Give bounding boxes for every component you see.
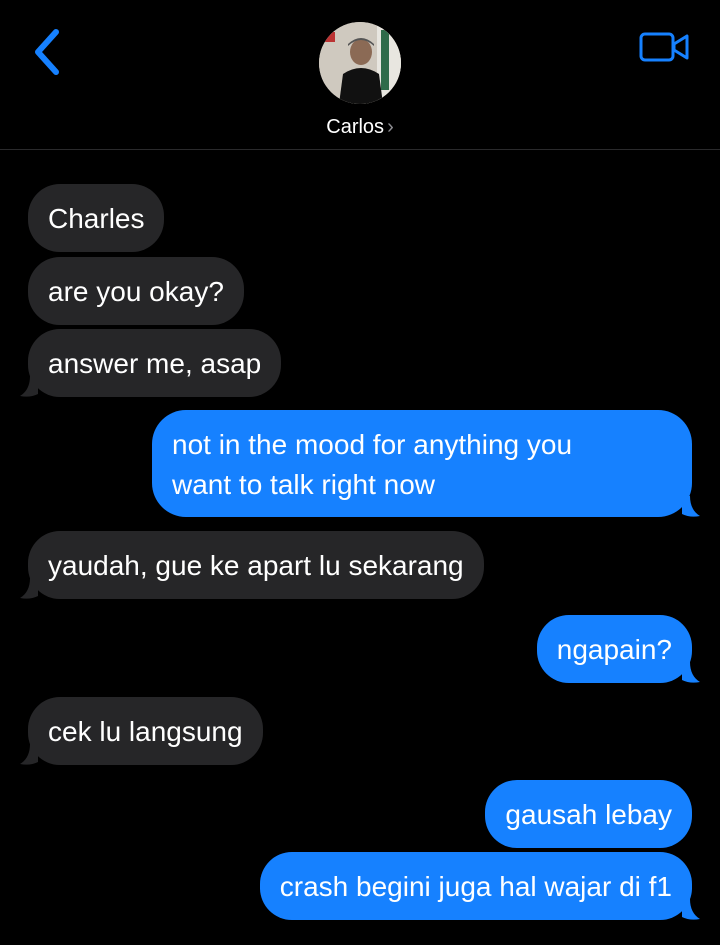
bubble-tail xyxy=(20,578,38,599)
message-bubble[interactable]: not in the mood for anything you want to… xyxy=(152,410,692,517)
message-bubble[interactable]: answer me, asap xyxy=(28,329,282,397)
message-bubble[interactable]: ngapain? xyxy=(536,615,692,683)
message-text: gausah lebay xyxy=(505,799,672,830)
message-bubble[interactable]: gausah lebay xyxy=(485,780,692,848)
message-text-line: not in the mood for anything you xyxy=(172,429,573,460)
message-bubble[interactable]: are you okay? xyxy=(28,257,244,325)
bubble-tail xyxy=(682,662,700,683)
message-bubble[interactable]: yaudah, gue ke apart lu sekarang xyxy=(28,531,484,599)
bubble-tail xyxy=(20,744,38,765)
message-text-line: want to talk right now xyxy=(172,469,436,500)
bubble-tail xyxy=(682,496,700,517)
bubble-tail xyxy=(682,899,700,920)
message-bubble[interactable]: crash begini juga hal wajar di f1 xyxy=(259,852,692,920)
message-text: ngapain? xyxy=(556,634,672,665)
message-text: cek lu langsung xyxy=(48,716,243,747)
message-text: answer me, asap xyxy=(48,348,262,379)
message-text: crash begini juga hal wajar di f1 xyxy=(279,871,672,902)
message-bubble[interactable]: Charles xyxy=(28,184,165,252)
message-text: are you okay? xyxy=(48,276,224,307)
message-text: yaudah, gue ke apart lu sekarang xyxy=(48,550,464,581)
bubble-tail xyxy=(20,376,38,397)
message-thread: Charles are you okay? answer me, asap no… xyxy=(0,0,720,945)
message-text: Charles xyxy=(48,203,145,234)
message-bubble[interactable]: cek lu langsung xyxy=(28,697,263,765)
